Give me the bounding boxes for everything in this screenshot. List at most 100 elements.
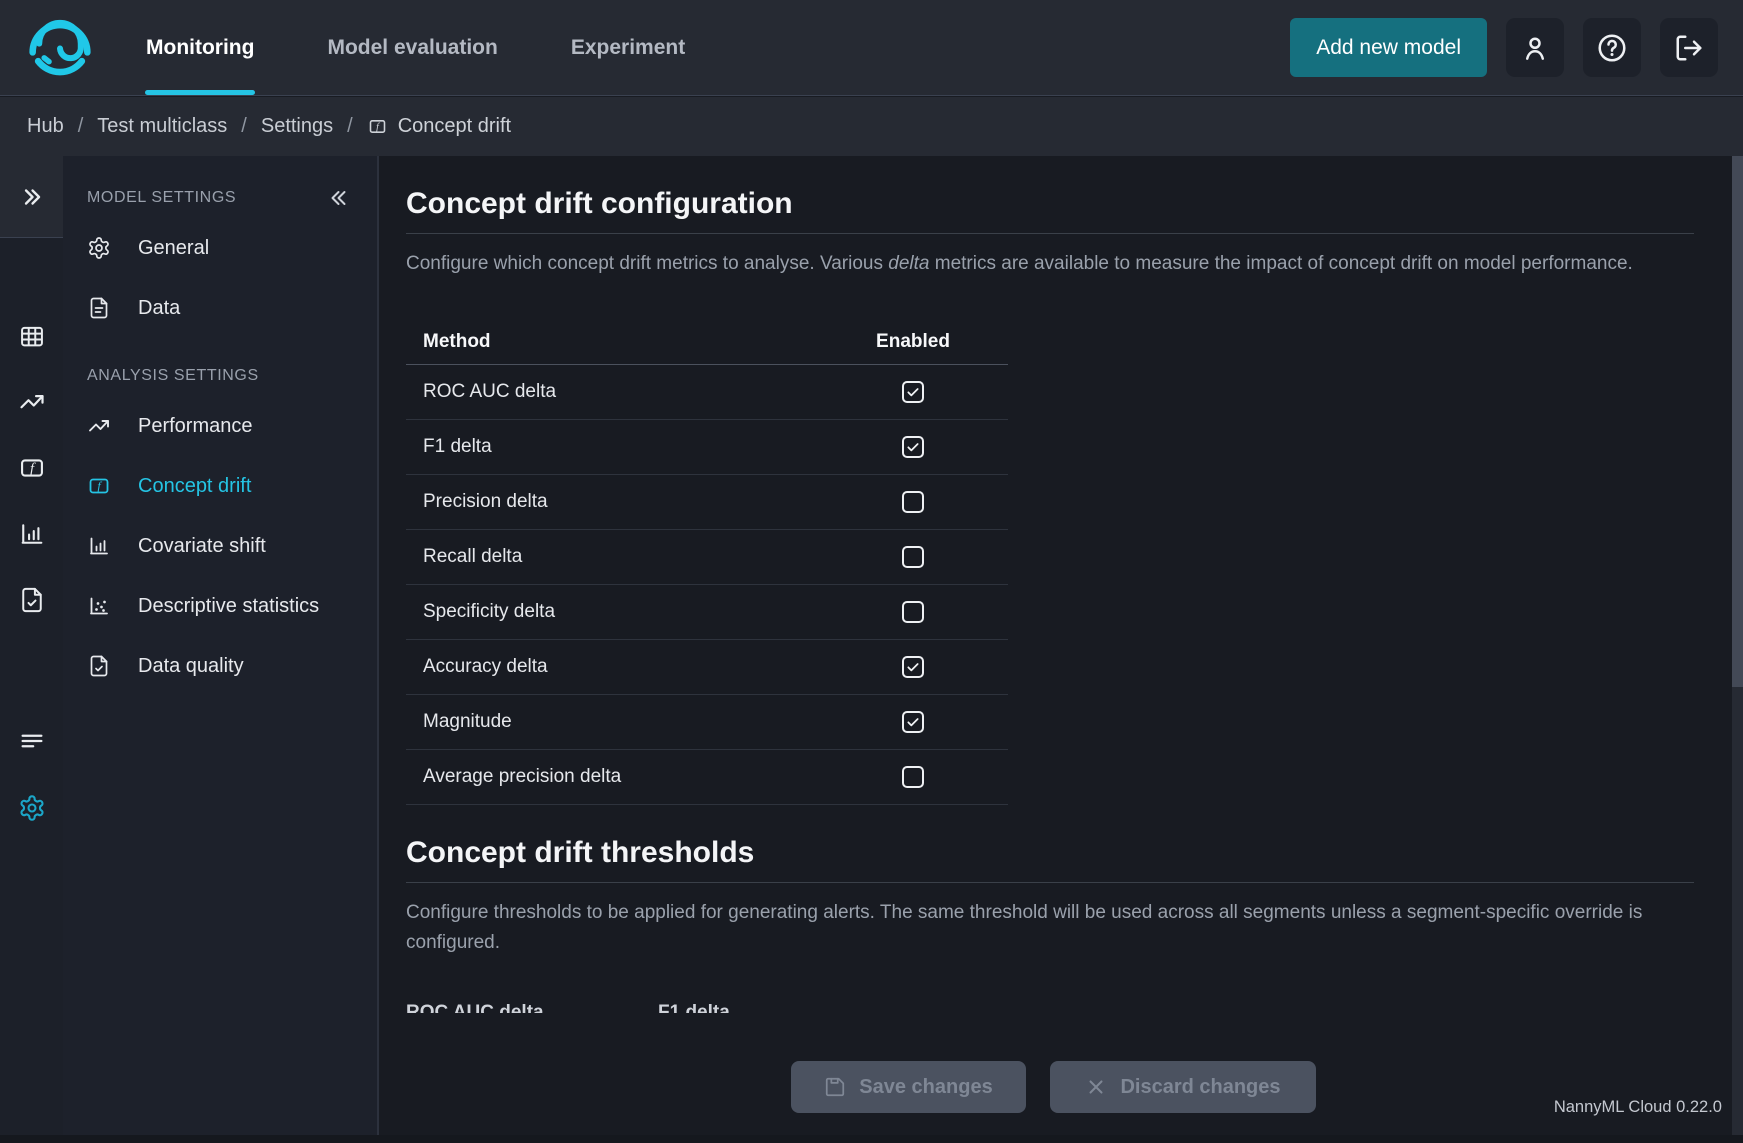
save-changes-button[interactable]: Save changes	[791, 1061, 1026, 1113]
add-new-model-button[interactable]: Add new model	[1290, 18, 1487, 77]
vertical-scrollbar[interactable]	[1732, 156, 1743, 1135]
clipped-label: F1 delta	[658, 1003, 910, 1013]
method-cell: Precision delta	[406, 491, 818, 513]
horizontal-scrollbar-track	[0, 1135, 1743, 1143]
question-mark-icon	[1596, 32, 1628, 64]
method-column-header: Method	[406, 331, 818, 353]
table-row: Precision delta	[406, 475, 1008, 530]
method-cell: Average precision delta	[406, 766, 818, 788]
app-version: NannyML Cloud 0.22.0	[1554, 1098, 1722, 1117]
enabled-checkbox[interactable]	[902, 436, 924, 458]
tab-monitoring[interactable]: Monitoring	[145, 0, 255, 95]
help-button[interactable]	[1583, 18, 1641, 77]
rail-concept-drift-icon[interactable]: f	[18, 454, 46, 482]
logout-icon	[1674, 33, 1704, 63]
breadcrumb-hub[interactable]: Hub	[27, 115, 64, 138]
tab-experiment[interactable]: Experiment	[570, 0, 686, 95]
clipped-threshold-labels: ROC AUC deltaF1 delta	[406, 1003, 1694, 1013]
table-header-row: Method Enabled	[406, 319, 1008, 365]
enabled-cell	[818, 766, 1008, 788]
rail-menu-icon[interactable]	[18, 727, 46, 755]
enabled-cell	[818, 711, 1008, 733]
rail-settings-icon[interactable]	[18, 794, 46, 822]
sidebar-item-performance[interactable]: Performance	[63, 396, 377, 456]
user-icon	[1520, 33, 1550, 63]
chevrons-right-icon	[19, 184, 45, 210]
table-row: Average precision delta	[406, 750, 1008, 805]
breadcrumb: Hub / Test multiclass / Settings / f Con…	[0, 97, 1743, 156]
method-cell: Specificity delta	[406, 601, 818, 623]
thresholds-divider	[406, 882, 1694, 883]
thresholds-description: Configure thresholds to be applied for g…	[406, 898, 1694, 958]
title-divider	[406, 233, 1694, 234]
model-settings-header: MODEL SETTINGS	[63, 178, 377, 218]
method-cell: Accuracy delta	[406, 656, 818, 678]
enabled-column-header: Enabled	[818, 331, 1008, 353]
rail-performance-icon[interactable]	[18, 388, 46, 416]
settings-content: Concept drift configuration Configure wh…	[379, 156, 1732, 1040]
enabled-cell	[818, 491, 1008, 513]
document-check-icon	[87, 654, 111, 678]
sidebar-item-data[interactable]: Data	[63, 278, 377, 338]
page-title: Concept drift configuration	[406, 187, 1694, 221]
save-icon	[824, 1076, 846, 1098]
scatter-plot-icon	[87, 594, 111, 618]
rail-expand-button[interactable]	[0, 156, 63, 238]
table-row: Accuracy delta	[406, 640, 1008, 695]
enabled-cell	[818, 381, 1008, 403]
metric-table-body: ROC AUC delta F1 delta Precision delta Reca…	[406, 365, 1008, 805]
breadcrumb-model[interactable]: Test multiclass	[97, 115, 227, 138]
breadcrumb-current-page: f Concept drift	[367, 115, 511, 138]
enabled-cell	[818, 656, 1008, 678]
sidebar-item-covariate-shift[interactable]: Covariate shift	[63, 516, 377, 576]
user-account-button[interactable]	[1506, 18, 1564, 77]
table-row: Magnitude	[406, 695, 1008, 750]
function-icon: f	[367, 116, 388, 137]
sidebar-item-general[interactable]: General	[63, 218, 377, 278]
bar-chart-icon	[87, 534, 111, 558]
main-nav-tabs: Monitoring Model evaluation Experiment	[145, 0, 757, 95]
gear-icon	[87, 236, 111, 260]
app-window: Monitoring Model evaluation Experiment A…	[0, 0, 1743, 1143]
logout-button[interactable]	[1660, 18, 1718, 77]
rail-data-quality-icon[interactable]	[18, 586, 46, 614]
svg-text:f: f	[97, 479, 102, 493]
enabled-cell	[818, 546, 1008, 568]
tab-model-evaluation[interactable]: Model evaluation	[326, 0, 498, 95]
thresholds-title: Concept drift thresholds	[406, 836, 1694, 870]
breadcrumb-separator: /	[347, 115, 353, 138]
enabled-checkbox[interactable]	[902, 601, 924, 623]
method-cell: F1 delta	[406, 436, 818, 458]
config-description: Configure which concept drift metrics to…	[406, 249, 1694, 279]
enabled-checkbox[interactable]	[902, 711, 924, 733]
top-navbar: Monitoring Model evaluation Experiment A…	[0, 0, 1743, 96]
enabled-checkbox[interactable]	[902, 656, 924, 678]
trend-up-icon	[87, 414, 111, 438]
table-row: Specificity delta	[406, 585, 1008, 640]
metrics-table: Method Enabled ROC AUC delta F1 delta Prec…	[406, 319, 1008, 805]
sidebar-item-concept-drift[interactable]: f Concept drift	[63, 456, 377, 516]
rail-table-icon[interactable]	[18, 322, 46, 350]
sidebar-collapse-button[interactable]	[327, 186, 351, 210]
rail-covariate-shift-icon[interactable]	[18, 520, 46, 548]
enabled-cell	[818, 601, 1008, 623]
breadcrumb-separator: /	[241, 115, 247, 138]
sidebar-item-data-quality[interactable]: Data quality	[63, 636, 377, 696]
breadcrumb-settings[interactable]: Settings	[261, 115, 333, 138]
method-cell: Magnitude	[406, 711, 818, 733]
enabled-checkbox[interactable]	[902, 491, 924, 513]
breadcrumb-separator: /	[78, 115, 84, 138]
enabled-checkbox[interactable]	[902, 766, 924, 788]
table-row: ROC AUC delta	[406, 365, 1008, 420]
table-row: Recall delta	[406, 530, 1008, 585]
analysis-settings-header: ANALYSIS SETTINGS	[63, 356, 377, 396]
sidebar-item-descriptive-statistics[interactable]: Descriptive statistics	[63, 576, 377, 636]
enabled-checkbox[interactable]	[902, 546, 924, 568]
clipped-label: ROC AUC delta	[406, 1003, 658, 1013]
main-panel: Concept drift configuration Configure wh…	[379, 156, 1743, 1143]
scrollbar-thumb[interactable]	[1732, 156, 1743, 687]
settings-sidebar: MODEL SETTINGS General Data ANALYSIS SET…	[63, 156, 379, 1143]
discard-changes-button[interactable]: Discard changes	[1050, 1061, 1316, 1113]
nannyml-logo-icon	[25, 11, 95, 85]
enabled-checkbox[interactable]	[902, 381, 924, 403]
